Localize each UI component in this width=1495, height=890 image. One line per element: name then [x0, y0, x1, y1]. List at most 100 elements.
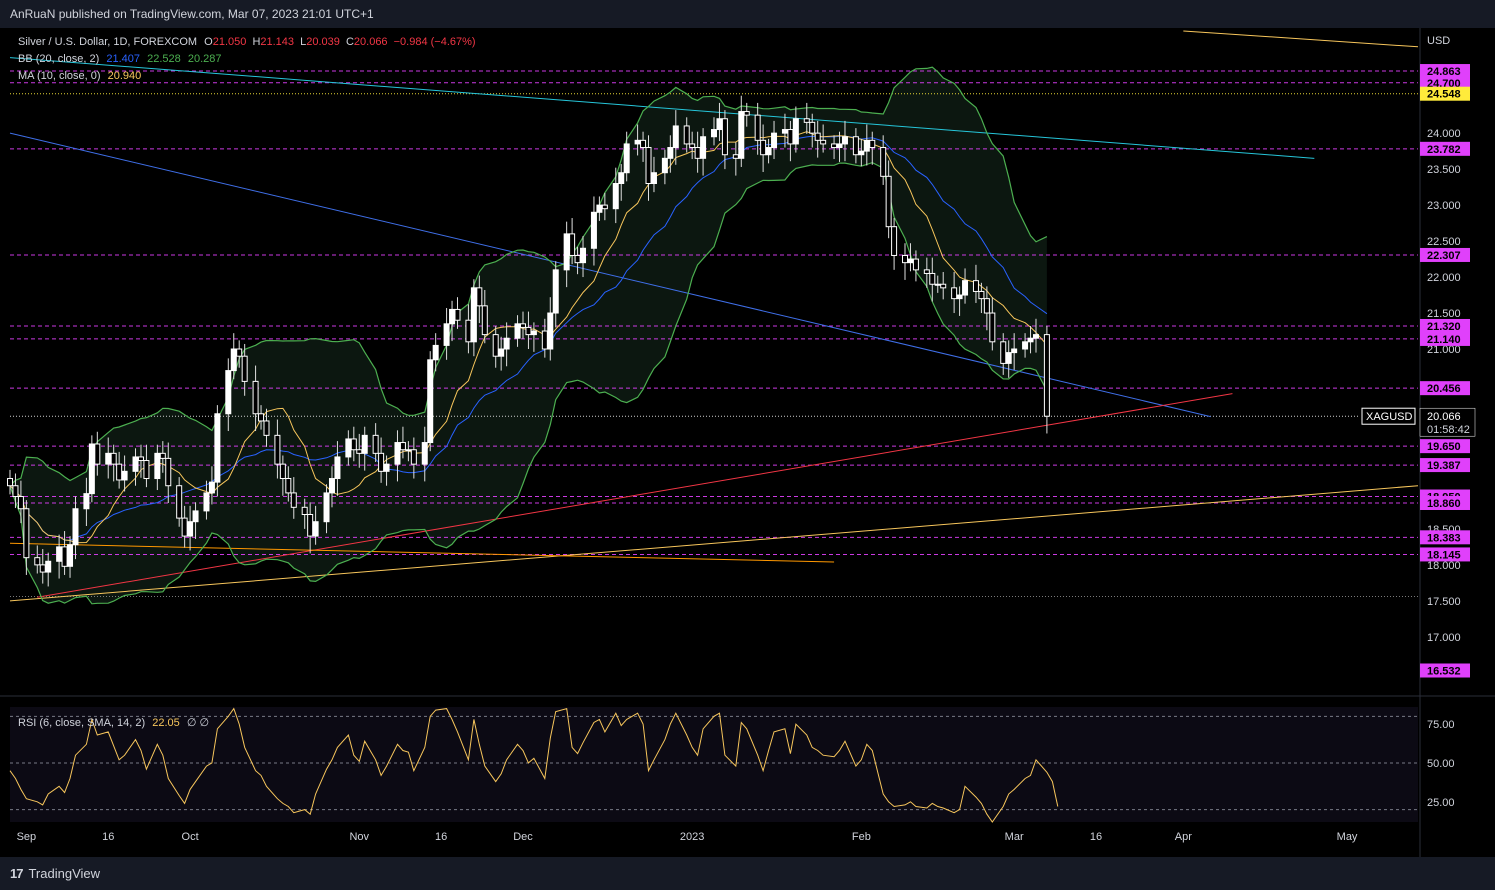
candle-body-up [738, 111, 745, 159]
candle-body-up [596, 204, 603, 213]
rsi-legend[interactable]: RSI (6, close, SMA, 14, 2) 22.05 ∅ ∅ [18, 716, 213, 729]
close-label: C [345, 36, 354, 48]
candle-body-down [7, 478, 13, 487]
tradingview-logo-icon: 17 [10, 866, 24, 881]
candle-body-down [814, 132, 821, 141]
candle-body-up [105, 452, 112, 465]
candle-body-up [56, 546, 63, 562]
open-label: O [204, 36, 213, 48]
candle-body-up [618, 172, 625, 185]
candle-body-down [356, 449, 363, 454]
candle-body-down [116, 463, 123, 481]
candle-body-up [650, 172, 657, 185]
candle-body-down [39, 564, 46, 573]
candle-body-down [176, 485, 183, 519]
candle-body-up [1027, 337, 1034, 343]
price-scale-currency: USD [1427, 35, 1450, 47]
candle-body-up [792, 118, 799, 145]
candle-body-up [623, 143, 630, 174]
publish-info: AnRuaN published on TradingView.com, Mar… [10, 7, 374, 21]
candle-body-up [836, 143, 843, 149]
candle-body-up [547, 312, 554, 350]
candle-body-up [312, 521, 319, 537]
candle-body-up [661, 157, 668, 174]
candle-body-up [45, 560, 52, 573]
candle-body-down [165, 457, 172, 487]
candle-body-down [492, 334, 499, 357]
time-tick-label: 16 [1090, 831, 1102, 843]
candle-body-down [23, 508, 30, 559]
candle-body-down [891, 226, 898, 256]
level-price-label: 16.532 [1427, 666, 1461, 678]
rsi-tick-label: 25.00 [1427, 797, 1455, 809]
level-price-label: 23.782 [1427, 144, 1461, 156]
tradingview-logo[interactable]: 17 TradingView [10, 866, 100, 881]
level-price-label: 18.860 [1427, 498, 1461, 510]
ma-legend[interactable]: MA (10, close, 0) 20.940 [18, 70, 145, 82]
candle-body-down [923, 269, 930, 274]
candle-body-up [121, 470, 128, 481]
change-value: −0.984 (−4.67%) [393, 36, 476, 48]
candle-body-up [187, 521, 194, 537]
candle-body-down [285, 478, 292, 494]
candle-body-up [530, 330, 537, 336]
candle-body-up [208, 481, 215, 494]
time-tick-label: 2023 [680, 831, 704, 843]
rsi-tick-label: 50.00 [1427, 758, 1455, 770]
candle-body-up [383, 463, 390, 472]
candle-body-down [820, 139, 827, 145]
price-tick-label: 21.500 [1427, 308, 1461, 320]
candle-body-down [159, 452, 166, 459]
candle-body-up [427, 359, 434, 444]
candle-body-down [263, 420, 270, 436]
candle [88, 435, 95, 503]
candle-body-down [929, 272, 936, 285]
time-tick-label: Mar [1005, 831, 1024, 843]
candle-body-up [192, 510, 199, 523]
candle-body-down [869, 139, 876, 149]
candle-body-down [110, 452, 117, 465]
candle-body-down [61, 546, 68, 567]
candle-body-down [989, 312, 996, 343]
candle-body-down [399, 442, 406, 451]
price-chart[interactable]: USD24.00023.50023.00022.50022.00021.5002… [0, 28, 1495, 857]
candle [427, 351, 434, 452]
candle-body-up [514, 323, 521, 339]
candle-body-down [803, 118, 810, 123]
candle-body-down [372, 434, 379, 454]
candle-body-up [841, 136, 848, 145]
candle-body-down [410, 449, 417, 465]
candle-body-down [760, 139, 767, 156]
price-tick-label: 22.500 [1427, 236, 1461, 248]
rsi-label: RSI (6, close, SMA, 14, 2) [18, 717, 146, 729]
candle-body-down [236, 348, 243, 357]
candle-body-down [252, 380, 259, 415]
candle-body-down [481, 305, 488, 336]
candle-body-down [885, 175, 892, 228]
candle-body-down [350, 438, 357, 451]
candle-body-up [83, 493, 90, 510]
candle-body-up [907, 258, 914, 264]
candle-body-up [214, 413, 221, 483]
candle-body-down [290, 492, 297, 508]
candle-body-down [601, 204, 608, 210]
candle-body-up [1022, 341, 1029, 350]
candle-body-up [67, 544, 74, 567]
footer-bar [0, 857, 1495, 890]
price-tick-label: 17.500 [1427, 596, 1461, 608]
time-tick-label: Dec [513, 831, 533, 843]
candle-body-down [465, 319, 472, 343]
ohlc-legend: Silver / U.S. Dollar, 1D, FOREXCOM O21.0… [18, 36, 476, 48]
candle-body-down [640, 139, 647, 149]
high-value: 21.143 [260, 36, 295, 48]
candle-body-up [421, 442, 428, 465]
level-price-label: 20.456 [1427, 383, 1461, 395]
candle-body-down [683, 125, 690, 145]
candle-body-down [301, 506, 308, 516]
candle-body-up [563, 233, 570, 271]
candle-body-up [1005, 352, 1012, 364]
candle-body-up [225, 370, 232, 415]
ma-value: 20.940 [107, 70, 142, 82]
candle-body-down [143, 460, 150, 480]
bb-legend[interactable]: BB (20, close, 2) 21.407 22.528 20.287 [18, 53, 225, 65]
